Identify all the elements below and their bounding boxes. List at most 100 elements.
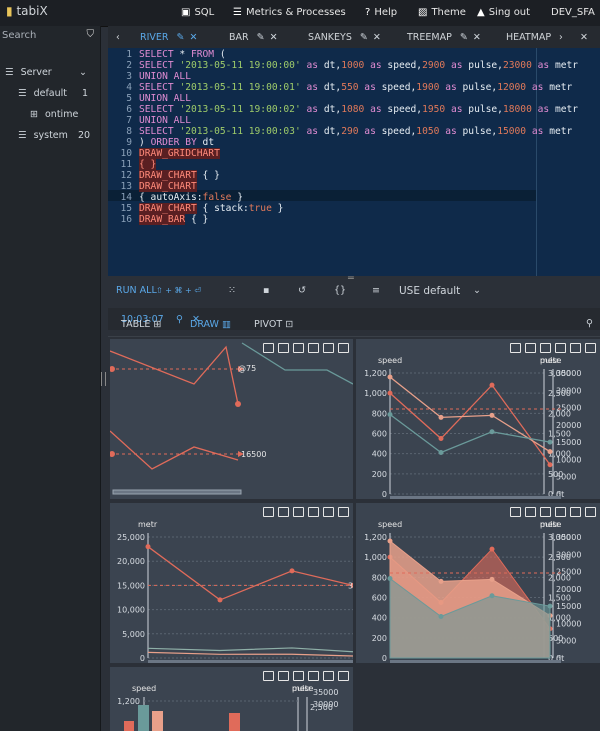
series-line xyxy=(147,651,353,657)
run-all-button[interactable]: RUN ALL xyxy=(116,285,157,296)
line-number: 14 xyxy=(120,192,132,203)
series-line xyxy=(389,384,551,466)
chart-panel: speed pulse metr 1,200 2,500 35000 30000 xyxy=(110,667,353,731)
edit-icon[interactable]: ✎ xyxy=(257,32,265,43)
user-name[interactable]: DEV_SFA xyxy=(551,7,595,18)
tree-item-server[interactable]: ☰ Server ⌄ xyxy=(5,67,87,78)
tab-draw[interactable]: DRAW ▥ xyxy=(190,319,231,330)
database-select[interactable]: USE default xyxy=(399,285,460,297)
line-number: 15 xyxy=(120,203,132,214)
nav-sql[interactable]: ▣ SQL xyxy=(181,7,214,18)
line-number: 5 xyxy=(126,93,132,104)
database-icon: ☰ xyxy=(18,130,27,141)
tick-label: 200 xyxy=(372,470,387,479)
question-icon: ? xyxy=(365,7,371,18)
markline-label: 3 xyxy=(348,581,353,590)
code-line: SELECT '2013-05-11 19:00:03' as dt,290 a… xyxy=(139,126,573,137)
nav-metrics[interactable]: ☰ Metrics & Processes xyxy=(233,7,346,18)
line-number: 9 xyxy=(126,137,132,148)
tick-label: 400 xyxy=(372,450,387,459)
tick-label: 1,000 xyxy=(364,553,387,562)
line-number: 4 xyxy=(126,82,132,93)
tick-label: 35000 xyxy=(556,369,581,378)
data-point xyxy=(387,390,393,396)
tick-label: 5000 xyxy=(556,637,576,646)
tree-item-default[interactable]: ☰ default 1 xyxy=(18,88,98,99)
menu-icon[interactable]: ≡ xyxy=(372,285,380,296)
nav-theme[interactable]: ▨ Theme xyxy=(418,7,466,18)
tab-heatmap[interactable]: HEATMAP xyxy=(506,32,551,43)
database-icon: ☰ xyxy=(18,88,27,99)
code-line: SELECT '2013-05-11 19:00:00' as dt,1000 … xyxy=(139,60,579,71)
logo-text: tabiX xyxy=(16,4,48,18)
chart-svg: @75 16500 xyxy=(110,342,353,495)
grid-icon[interactable]: ⁙ xyxy=(228,285,236,296)
line-number: 2 xyxy=(126,60,132,71)
tree-item-count: 1 xyxy=(82,88,89,99)
data-point xyxy=(489,412,495,418)
data-point xyxy=(289,568,295,574)
line-number: 3 xyxy=(126,71,132,82)
code-line: SELECT '2013-05-11 19:00:01' as dt,550 a… xyxy=(139,82,573,93)
tick-label: 10000 xyxy=(556,619,581,628)
tick-label: 35000 xyxy=(556,533,581,542)
tab-bar[interactable]: BAR ✎ ✕ xyxy=(229,32,278,43)
tab-sankeys[interactable]: SANKEYS ✎ ✕ xyxy=(308,32,381,43)
save-icon[interactable]: ▪ xyxy=(263,285,269,296)
history-icon[interactable]: ↺ xyxy=(298,285,306,296)
tabs-next-icon[interactable]: › xyxy=(559,32,563,43)
code-line: SELECT * FROM ( xyxy=(139,49,226,60)
tab-table[interactable]: TABLE ⊞ xyxy=(121,319,161,330)
tick-label: 1,200 xyxy=(364,369,387,378)
sidebar: Search ⛉ ☰ Server ⌄ ☰ default 1 ⊞ ontime… xyxy=(0,26,101,731)
tabs-prev-icon[interactable]: ‹ xyxy=(116,32,120,43)
nav-help[interactable]: ? Help xyxy=(365,7,397,18)
edit-icon[interactable]: ✎ xyxy=(460,32,468,43)
edit-icon[interactable]: ✎ xyxy=(177,32,185,43)
search-input[interactable]: Search xyxy=(2,30,36,41)
nav-theme-label: Theme xyxy=(431,7,466,18)
nav-signout-label: Sing out xyxy=(488,7,531,18)
chevron-down-icon[interactable]: ⌄ xyxy=(473,285,481,296)
data-point xyxy=(145,544,151,550)
chevron-down-icon[interactable]: ⌄ xyxy=(79,67,87,78)
line-number: 8 xyxy=(126,126,132,137)
data-point xyxy=(110,366,115,372)
resize-handle-icon[interactable]: ═ xyxy=(348,273,354,284)
tab-pivot[interactable]: PIVOT ⊡ xyxy=(254,319,293,330)
search-box[interactable]: Search ⛉ xyxy=(2,28,96,44)
line-number: 16 xyxy=(120,214,132,225)
sql-editor[interactable]: 1 2 3 4 5 6 7 8 9 10 11 12 13 14 15 16 SELECT * FROM ( … xyxy=(108,48,600,276)
close-icon[interactable]: ✕ xyxy=(189,32,197,43)
chart-svg: speed pulsemetr1,2002,5003500030000 xyxy=(117,684,338,731)
tree-item-ontime[interactable]: ⊞ ontime xyxy=(30,109,78,120)
code-line: UNION ALL xyxy=(139,93,191,104)
tick-label: 25000 xyxy=(556,404,581,413)
tab-treemap[interactable]: TREEMAP ✎ ✕ xyxy=(407,32,481,43)
edit-icon[interactable]: ✎ xyxy=(360,32,368,43)
data-point xyxy=(547,439,553,445)
data-point xyxy=(387,575,393,581)
tab-river[interactable]: RIVER ✎ ✕ xyxy=(140,32,197,43)
data-point xyxy=(438,450,444,456)
close-icon[interactable]: ✕ xyxy=(373,32,381,43)
data-point xyxy=(110,451,115,457)
sidebar-splitter[interactable] xyxy=(101,372,106,386)
pin-icon[interactable]: ⚲ xyxy=(586,318,593,329)
tab-label: SANKEYS xyxy=(308,32,352,43)
format-icon[interactable]: {} xyxy=(334,285,346,296)
nav-signout[interactable]: ▲ Sing out xyxy=(477,7,530,18)
tick-label: 1,200 xyxy=(117,697,140,706)
chart-svg: metr 0 5,000 10,000 15,000 20,000 25,000 3 xyxy=(117,520,353,663)
close-all-icon[interactable]: ✕ xyxy=(580,32,588,43)
close-icon[interactable]: ✕ xyxy=(270,32,278,43)
tree-item-system[interactable]: ☰ system 20 xyxy=(18,130,98,141)
editor-toolbar: ═ RUN ALL ⇧ + ⌘ + ⏎ ⁙ ▪ ↺ {} ≡ USE defau… xyxy=(108,273,600,302)
app-logo[interactable]: ▮ tabiX xyxy=(6,4,48,18)
filter-icon[interactable]: ⛉ xyxy=(87,29,95,40)
close-icon[interactable]: ✕ xyxy=(473,32,481,43)
nav-metrics-label: Metrics & Processes xyxy=(245,7,346,18)
series-line xyxy=(147,546,353,601)
tick-label: 5,000 xyxy=(122,630,145,639)
tick-label: 0 xyxy=(382,490,387,499)
